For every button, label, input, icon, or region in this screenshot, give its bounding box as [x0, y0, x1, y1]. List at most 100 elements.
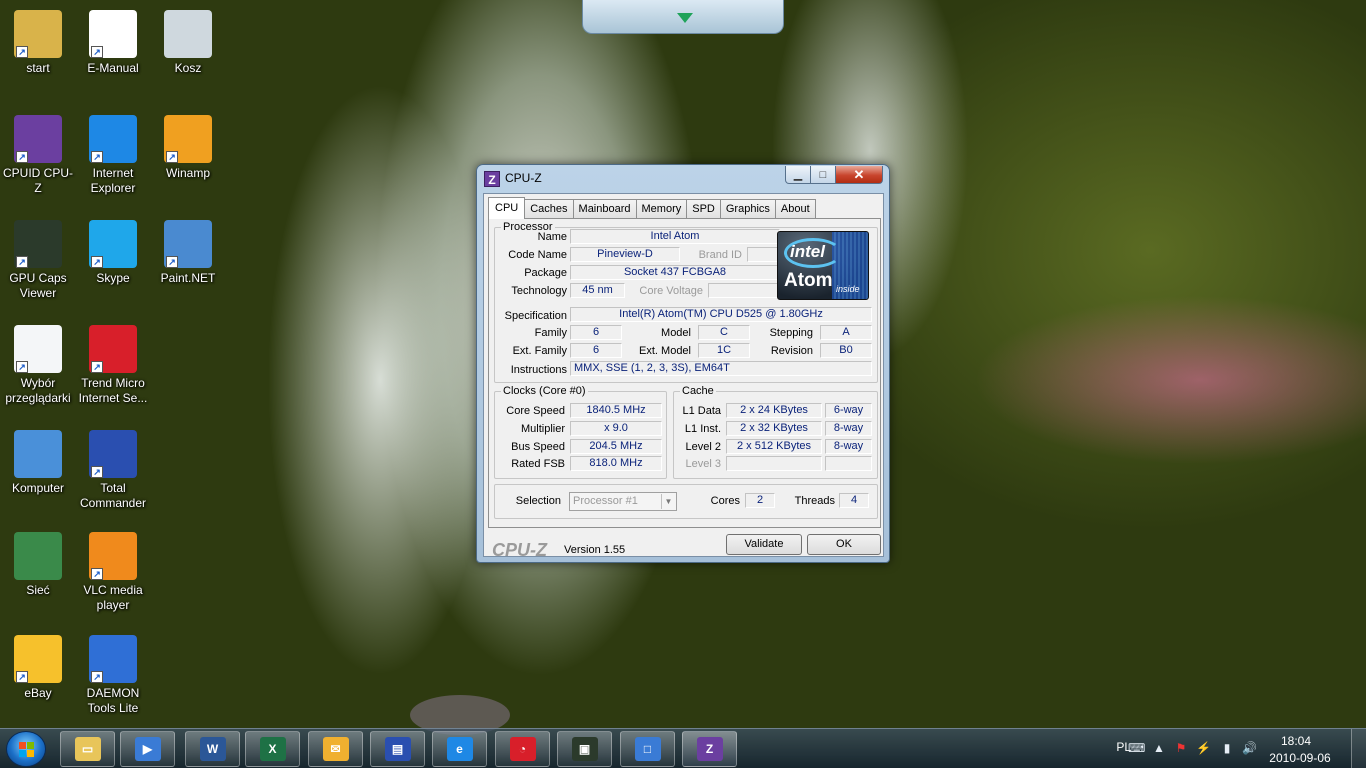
cache-row-way: 6-way — [825, 403, 872, 418]
taskbar-button[interactable]: ▭ — [60, 731, 115, 767]
internet-explorer-icon: e — [446, 737, 473, 761]
specification-label: Specification — [504, 310, 567, 322]
core-voltage-value — [708, 283, 780, 298]
tab-caches[interactable]: Caches — [524, 199, 574, 219]
show-hidden-icons-icon[interactable]: ▲ — [1152, 741, 1166, 755]
minimize-icon: ▁ — [793, 169, 803, 181]
browser-choice-icon: ↗ — [14, 325, 62, 373]
clock-date[interactable]: 2010-09-06 — [1260, 751, 1340, 765]
shortcut-arrow-icon: ↗ — [91, 671, 103, 683]
desktop-icon[interactable]: ↗ eBay — [0, 635, 76, 701]
shortcut-arrow-icon: ↗ — [91, 361, 103, 373]
core-speed-label: Core Speed — [506, 405, 565, 417]
title-bar[interactable]: Z CPU-Z ▁ □ ✕ — [477, 165, 889, 191]
desktop-icon[interactable]: Komputer — [0, 430, 76, 496]
processor-select[interactable]: Processor #1 ▼ — [569, 492, 677, 511]
computer-icon — [14, 430, 62, 478]
tab-mainboard[interactable]: Mainboard — [572, 199, 637, 219]
cpuz-window[interactable]: Z CPU-Z ▁ □ ✕ CPU Caches Mainboard Memor… — [476, 164, 890, 563]
cores-value: 2 — [745, 493, 775, 508]
name-label: Name — [537, 231, 567, 243]
taskbar-button[interactable]: W — [185, 731, 240, 767]
shortcut-arrow-icon: ↗ — [91, 466, 103, 478]
cpuz-icon: Z — [696, 737, 723, 761]
expand-arrow-icon[interactable] — [677, 13, 693, 23]
desktop-icon[interactable]: ↗ Wybór przeglądarki — [0, 325, 76, 406]
desktop-icon-label: VLC media player — [83, 583, 143, 612]
windows-logo-icon — [19, 742, 35, 758]
chevron-down-icon[interactable]: ▼ — [661, 494, 675, 509]
desktop-gadget[interactable] — [582, 0, 784, 34]
desktop-icon[interactable]: ↗ Internet Explorer — [75, 115, 151, 196]
tab-strip: CPU Caches Mainboard Memory SPD Graphics… — [488, 197, 816, 219]
desktop-icon[interactable]: ↗ VLC media player — [75, 532, 151, 613]
taskbar-button[interactable]: X — [245, 731, 300, 767]
ext-family-label: Ext. Family — [512, 345, 567, 357]
logo-inside-text: inside — [836, 284, 860, 294]
cache-row-size: 2 x 32 KBytes — [726, 421, 822, 436]
taskbar-button[interactable]: □ — [620, 731, 675, 767]
total-commander-icon: ▤ — [384, 737, 411, 761]
minimize-button[interactable]: ▁ — [785, 166, 811, 184]
windows-explorer-icon: ▭ — [74, 737, 101, 761]
taskbar-button[interactable]: ◔ — [495, 731, 550, 767]
taskbar-button[interactable]: ▣ — [557, 731, 612, 767]
paint-net-icon: ↗ — [164, 220, 212, 268]
shortcut-arrow-icon: ↗ — [91, 46, 103, 58]
total-commander-icon: ↗ — [89, 430, 137, 478]
shortcut-arrow-icon: ↗ — [91, 256, 103, 268]
volume-icon[interactable]: 🔊 — [1242, 741, 1257, 755]
tab-about[interactable]: About — [774, 199, 816, 219]
maximize-button[interactable]: □ — [810, 166, 836, 184]
show-desktop-button[interactable] — [1351, 729, 1366, 769]
tab-memory[interactable]: Memory — [635, 199, 688, 219]
desktop-icon-label: E-Manual — [87, 61, 139, 75]
desktop-icon[interactable]: ↗ DAEMON Tools Lite — [75, 635, 151, 716]
start-button[interactable] — [6, 731, 46, 767]
desktop-icon-label: Internet Explorer — [90, 166, 136, 195]
desktop-icon[interactable]: ↗ Winamp — [150, 115, 226, 181]
power-plug-icon[interactable]: ⚡ — [1196, 741, 1211, 755]
shortcut-arrow-icon: ↗ — [166, 256, 178, 268]
desktop-icon[interactable]: ↗ Trend Micro Internet Se... — [75, 325, 151, 406]
desktop-icon[interactable]: ↗ Total Commander — [75, 430, 151, 511]
shortcut-arrow-icon: ↗ — [16, 671, 28, 683]
shortcut-arrow-icon: ↗ — [166, 151, 178, 163]
desktop-icon[interactable]: ↗ CPUID CPU-Z — [0, 115, 76, 196]
desktop-icon[interactable]: ↗ E-Manual — [75, 10, 151, 76]
validate-button[interactable]: Validate — [726, 534, 802, 555]
ok-button[interactable]: OK — [807, 534, 881, 555]
tab-graphics[interactable]: Graphics — [719, 199, 776, 219]
tab-cpu[interactable]: CPU — [488, 197, 526, 219]
trend-micro-icon: ◔ — [509, 737, 536, 761]
stepping-label: Stepping — [769, 327, 813, 339]
desktop-icon[interactable]: ↗ start — [0, 10, 76, 76]
cpuz-icon: ↗ — [14, 115, 62, 163]
taskbar-button[interactable]: ▶ — [120, 731, 175, 767]
cpuz-app-icon[interactable]: Z — [484, 171, 500, 187]
desktop-icon-label: CPUID CPU-Z — [2, 166, 73, 195]
desktop-icon[interactable]: Sieć — [0, 532, 76, 598]
desktop-icon[interactable]: ↗ GPU Caps Viewer — [0, 220, 76, 301]
cache-row-way: 8-way — [825, 439, 872, 454]
desktop-icon[interactable]: Kosz — [150, 10, 226, 76]
bus-speed-label: Bus Speed — [511, 441, 565, 453]
desktop-icon[interactable]: ↗ Paint.NET — [150, 220, 226, 286]
taskbar-button[interactable]: e — [432, 731, 487, 767]
taskbar-button[interactable]: ▤ — [370, 731, 425, 767]
desktop-icon-label: Kosz — [174, 61, 202, 75]
taskbar-button[interactable]: Z — [682, 731, 737, 767]
taskbar-button[interactable]: ✉ — [308, 731, 363, 767]
action-center-flag-icon[interactable]: ⚑ — [1174, 741, 1188, 755]
close-button[interactable]: ✕ — [835, 166, 883, 184]
clock-time[interactable]: 18:04 — [1266, 734, 1326, 748]
keyboard-icon[interactable]: ⌨ — [1128, 741, 1145, 755]
specification-value: Intel(R) Atom(TM) CPU D525 @ 1.80GHz — [570, 307, 872, 322]
multiplier-label: Multiplier — [520, 423, 565, 435]
family-value: 6 — [570, 325, 622, 340]
desktop-icon-label: DAEMON Tools Lite — [86, 686, 140, 715]
tab-spd[interactable]: SPD — [686, 199, 721, 219]
ext-model-label: Ext. Model — [639, 345, 691, 357]
desktop-icon[interactable]: ↗ Skype — [75, 220, 151, 286]
signal-bars-icon[interactable]: ▮ — [1220, 741, 1234, 755]
